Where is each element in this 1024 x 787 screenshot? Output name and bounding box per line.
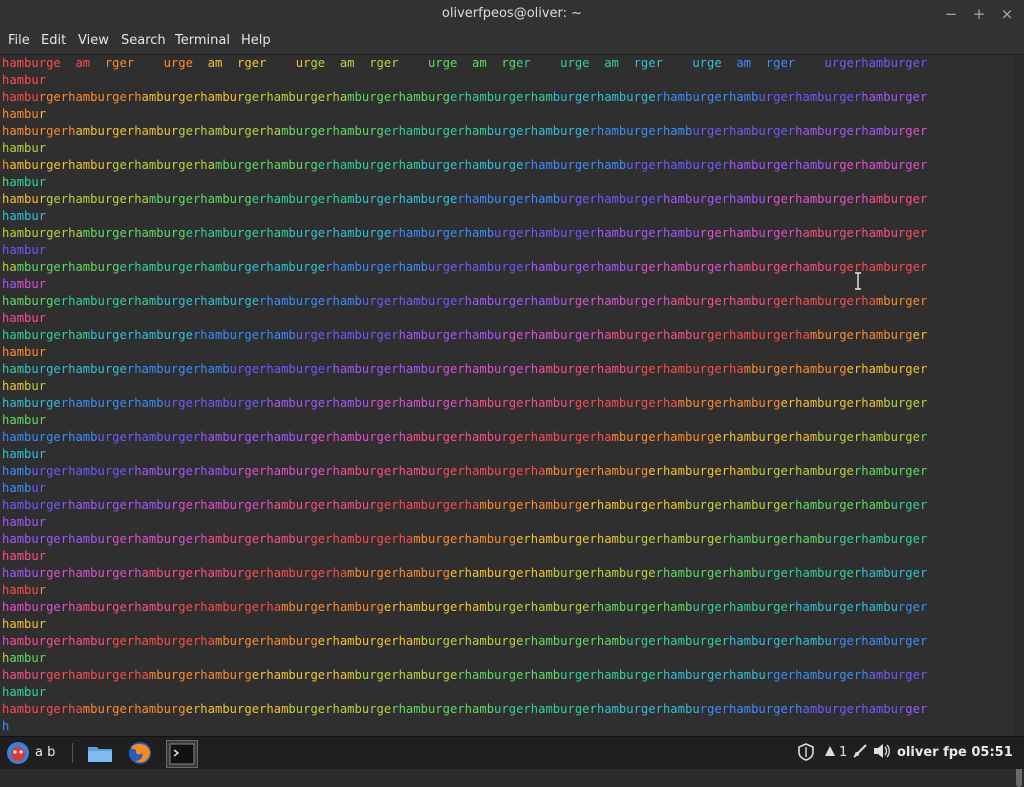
menu-edit[interactable]: Edit: [41, 33, 66, 48]
terminal-line: hamburgerhamburgerhamburgerhamburgerhamb…: [2, 294, 928, 308]
menu-terminal[interactable]: Terminal: [175, 33, 230, 48]
terminal-line: hamburgerhamburgerhamburgerhamburgerhamb…: [2, 532, 928, 546]
workspace-switcher[interactable]: a b: [35, 745, 55, 760]
terminal-line: hamburgerhamburgerhamburgerhamburgerhamb…: [2, 634, 928, 648]
terminal-line-wrap: hambur: [2, 345, 47, 359]
terminal-line: hamburgerhamburgerhamburgerhamburgerhamb…: [2, 158, 928, 172]
terminal-line: hamburgerhamburgerhamburgerhamburgerhamb…: [2, 328, 928, 342]
terminal-line-wrap: hambur: [2, 209, 47, 223]
terminal-scrollbar[interactable]: [1014, 55, 1024, 787]
menu-file[interactable]: File: [8, 33, 30, 48]
terminal-line: hamburgerhamburgerhamburgerhamburgerhamb…: [2, 226, 928, 240]
terminal-line-wrap: hambur: [2, 311, 47, 325]
terminal-line-wrap: hambur: [2, 141, 47, 155]
terminal-line-wrap: hambur: [2, 413, 47, 427]
terminal-line-wrap: hambur: [2, 515, 47, 529]
terminal-line: hamburgerhamburgerhamburgerhamburgerhamb…: [2, 90, 928, 104]
terminal-line-wrap: hambur: [2, 107, 47, 121]
terminal-line-wrap: hambur: [2, 243, 47, 257]
window-title: oliverfpeos@oliver: ~: [441, 6, 583, 21]
terminal-line: hamburgerhamburgerhamburgerhamburgerhamb…: [2, 600, 928, 614]
text-cursor-icon: [855, 272, 861, 290]
terminal-line-prompt: h: [2, 719, 10, 733]
terminal-line: hamburgerhamburgerhamburgerhamburgerhamb…: [2, 260, 928, 274]
maximize-button[interactable]: +: [968, 4, 990, 24]
terminal-line-pattern: hamburge am rger urge am rger urge am rg…: [2, 56, 928, 70]
terminal-line: hamburgerhamburgerhamburgerhamburgerhamb…: [2, 362, 928, 376]
minimize-button[interactable]: −: [940, 4, 962, 24]
taskbar: a b 1 oliver fpe 05:51: [0, 736, 1024, 769]
terminal-line-wrap: hambur: [2, 651, 47, 665]
update-icon[interactable]: [822, 743, 838, 763]
close-button[interactable]: ×: [996, 4, 1018, 24]
terminal-line: hamburgerhamburgerhamburgerhamburgerhamb…: [2, 702, 928, 716]
folder-icon[interactable]: [86, 740, 114, 766]
terminal-line: hamburgerhamburgerhamburgerhamburgerhamb…: [2, 464, 928, 478]
terminal-line-wrap: hambur: [2, 447, 47, 461]
menu-search[interactable]: Search: [121, 33, 166, 48]
terminal-line-wrap: hambur: [2, 549, 47, 563]
terminal-line: hamburgerhamburgerhamburgerhamburgerhamb…: [2, 430, 928, 444]
terminal-line: hamburgerhamburgerhamburgerhamburgerhamb…: [2, 668, 928, 682]
terminal-line-wrap: hambur: [2, 277, 47, 291]
terminal-line-wrap: hambur: [2, 175, 47, 189]
terminal-line-wrap: hambur: [2, 481, 47, 495]
user-clock[interactable]: oliver fpe 05:51: [897, 745, 1013, 760]
terminal-line: hamburgerhamburgerhamburgerhamburgerhamb…: [2, 396, 928, 410]
volume-icon[interactable]: [873, 743, 891, 763]
update-count: 1: [839, 745, 848, 760]
terminal-line-wrap: hambur: [2, 617, 47, 631]
shield-icon[interactable]: [798, 743, 814, 765]
terminal-line-wrap: hambur: [2, 583, 47, 597]
taskbar-divider: [72, 743, 73, 763]
terminal-line: hamburgerhamburgerhamburgerhamburgerhamb…: [2, 124, 928, 138]
menu-help[interactable]: Help: [241, 33, 271, 48]
terminal-line: hamburgerhamburgerhamburgerhamburgerhamb…: [2, 192, 928, 206]
terminal-line-wrap: hambur: [2, 73, 47, 87]
terminal-line-wrap: hambur: [2, 379, 47, 393]
terminal-task-icon[interactable]: [166, 740, 198, 768]
terminal-line: hamburgerhamburgerhamburgerhamburgerhamb…: [2, 566, 928, 580]
menu-bar: File Edit View Search Terminal Help: [0, 28, 1024, 55]
menu-view[interactable]: View: [78, 33, 109, 48]
firefox-icon[interactable]: [126, 740, 154, 766]
title-bar: oliverfpeos@oliver: ~ − + ×: [0, 0, 1024, 28]
network-icon[interactable]: [852, 743, 868, 763]
app-menu-bird-icon[interactable]: [4, 740, 32, 766]
terminal-output[interactable]: hamburge am rger urge am rger urge am rg…: [0, 55, 1014, 736]
terminal-line: hamburgerhamburgerhamburgerhamburgerhamb…: [2, 498, 928, 512]
terminal-line-wrap: hambur: [2, 685, 47, 699]
